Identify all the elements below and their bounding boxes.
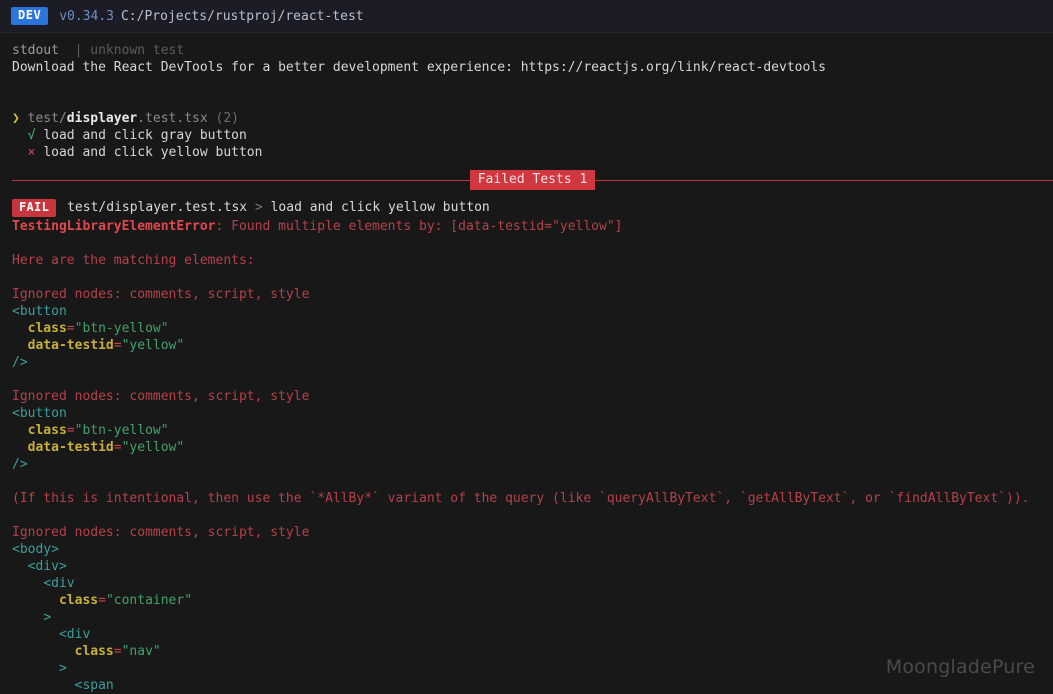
dom-line: >: [0, 609, 1053, 626]
dom-tag: <div>: [28, 559, 67, 574]
attr-value: "yellow": [122, 338, 185, 353]
suite-header-line[interactable]: ❯ test/displayer.test.tsx (2): [0, 110, 1053, 127]
version-label: v0.34.3: [59, 8, 114, 25]
separator-rule-right: [595, 180, 1053, 181]
dom-line: class="container": [0, 592, 1053, 609]
allby-hint-line: (If this is intentional, then use the `*…: [0, 490, 1053, 507]
dom-tag: >: [43, 610, 51, 625]
element-attr-row: data-testid="yellow": [0, 439, 1053, 456]
element-tag-close: />: [0, 354, 1053, 371]
spacer-3: [0, 235, 1053, 252]
dom-attr-name: class: [75, 644, 114, 659]
dom-attr-eq: =: [114, 644, 122, 659]
test-name: load and click gray button: [43, 128, 247, 143]
fail-file: test/displayer.test.tsx: [67, 200, 247, 215]
matching-elements-heading-line: Here are the matching elements:: [0, 252, 1053, 269]
stdout-context: unknown test: [90, 43, 184, 58]
dom-line: <div>: [0, 558, 1053, 575]
test-row-pass[interactable]: √ load and click gray button: [0, 127, 1053, 144]
watermark: MoongladePure: [886, 659, 1035, 676]
attr-value: "btn-yellow": [75, 423, 169, 438]
attr-value: "yellow": [122, 440, 185, 455]
attr-eq: =: [67, 423, 75, 438]
tag-close-text: />: [12, 457, 28, 472]
tag-open-text: <button: [12, 304, 67, 319]
element-tag-open: <button: [0, 303, 1053, 320]
spacer-4: [0, 269, 1053, 286]
dom-tag: <div: [43, 576, 74, 591]
spacer-2: [0, 93, 1053, 110]
ignored-nodes-text: Ignored nodes: comments, script, style: [12, 287, 309, 302]
suite-ext: .test.tsx: [137, 111, 207, 126]
allby-hint-text: (If this is intentional, then use the `*…: [12, 491, 1029, 506]
fail-header-line[interactable]: FAIL test/displayer.test.tsx > load and …: [0, 197, 1053, 218]
dom-line: <div: [0, 626, 1053, 643]
dom-attr-name: class: [59, 593, 98, 608]
error-type: TestingLibraryElementError: [12, 219, 216, 234]
project-path-label: C:/Projects/rustproj/react-test: [121, 8, 364, 25]
fail-test-name: load and click yellow button: [271, 200, 490, 215]
stdout-label: stdout: [12, 43, 59, 58]
suite-count: (2): [216, 111, 239, 126]
devtools-message-line: Download the React DevTools for a better…: [0, 59, 1053, 76]
failed-tests-separator: Failed Tests 1: [0, 170, 1053, 190]
attr-name: data-testid: [28, 338, 114, 353]
attr-name: class: [28, 423, 67, 438]
dom-line: <div: [0, 575, 1053, 592]
error-message: : Found multiple elements by: [data-test…: [216, 219, 623, 234]
dom-attr-value: "nav": [122, 644, 161, 659]
dom-tag: >: [59, 661, 67, 676]
attr-eq: =: [114, 440, 122, 455]
chevron-right-icon: ❯: [12, 111, 20, 126]
tag-open-text: <button: [12, 406, 67, 421]
ignored-nodes-text: Ignored nodes: comments, script, style: [12, 525, 309, 540]
attr-value: "btn-yellow": [75, 321, 169, 336]
dom-attr-value: "container": [106, 593, 192, 608]
suite-dir: test/: [28, 111, 67, 126]
breadcrumb-arrow-icon: >: [255, 200, 263, 215]
console-output: stdout | unknown test Download the React…: [0, 33, 1053, 694]
element-attr-row: class="btn-yellow": [0, 320, 1053, 337]
dom-tag: <span: [75, 678, 114, 693]
element-attr-row: class="btn-yellow": [0, 422, 1053, 439]
test-row-fail[interactable]: × load and click yellow button: [0, 144, 1053, 161]
ignored-nodes-text: Ignored nodes: comments, script, style: [12, 389, 309, 404]
devtools-message: Download the React DevTools for a better…: [12, 60, 826, 75]
ignored-nodes-line: Ignored nodes: comments, script, style: [0, 286, 1053, 303]
dom-tag: <div: [59, 627, 90, 642]
test-name: load and click yellow button: [43, 145, 262, 160]
dev-mode-badge: DEV: [11, 7, 48, 25]
dom-tag: <body>: [12, 542, 59, 557]
tag-close-text: />: [12, 355, 28, 370]
fail-badge: FAIL: [12, 199, 56, 217]
element-attr-row: data-testid="yellow": [0, 337, 1053, 354]
failed-tests-badge: Failed Tests 1: [470, 170, 596, 190]
spacer-6: [0, 473, 1053, 490]
spacer-1: [0, 76, 1053, 93]
spacer-5: [0, 371, 1053, 388]
attr-name: data-testid: [28, 440, 114, 455]
ignored-nodes-line: Ignored nodes: comments, script, style: [0, 524, 1053, 541]
separator-rule-left: [12, 180, 470, 181]
ignored-nodes-line: Ignored nodes: comments, script, style: [0, 388, 1053, 405]
attr-name: class: [28, 321, 67, 336]
app-header: DEV v0.34.3 C:/Projects/rustproj/react-t…: [0, 0, 1053, 33]
dom-attr-eq: =: [98, 593, 106, 608]
dom-line: <body>: [0, 541, 1053, 558]
dom-line: <span: [0, 677, 1053, 694]
spacer-7: [0, 507, 1053, 524]
element-tag-close: />: [0, 456, 1053, 473]
suite-file: displayer: [67, 111, 137, 126]
stdout-header-line: stdout | unknown test: [0, 42, 1053, 59]
attr-eq: =: [114, 338, 122, 353]
element-tag-open: <button: [0, 405, 1053, 422]
error-line: TestingLibraryElementError: Found multip…: [0, 218, 1053, 235]
matching-elements-heading: Here are the matching elements:: [12, 253, 255, 268]
attr-eq: =: [67, 321, 75, 336]
